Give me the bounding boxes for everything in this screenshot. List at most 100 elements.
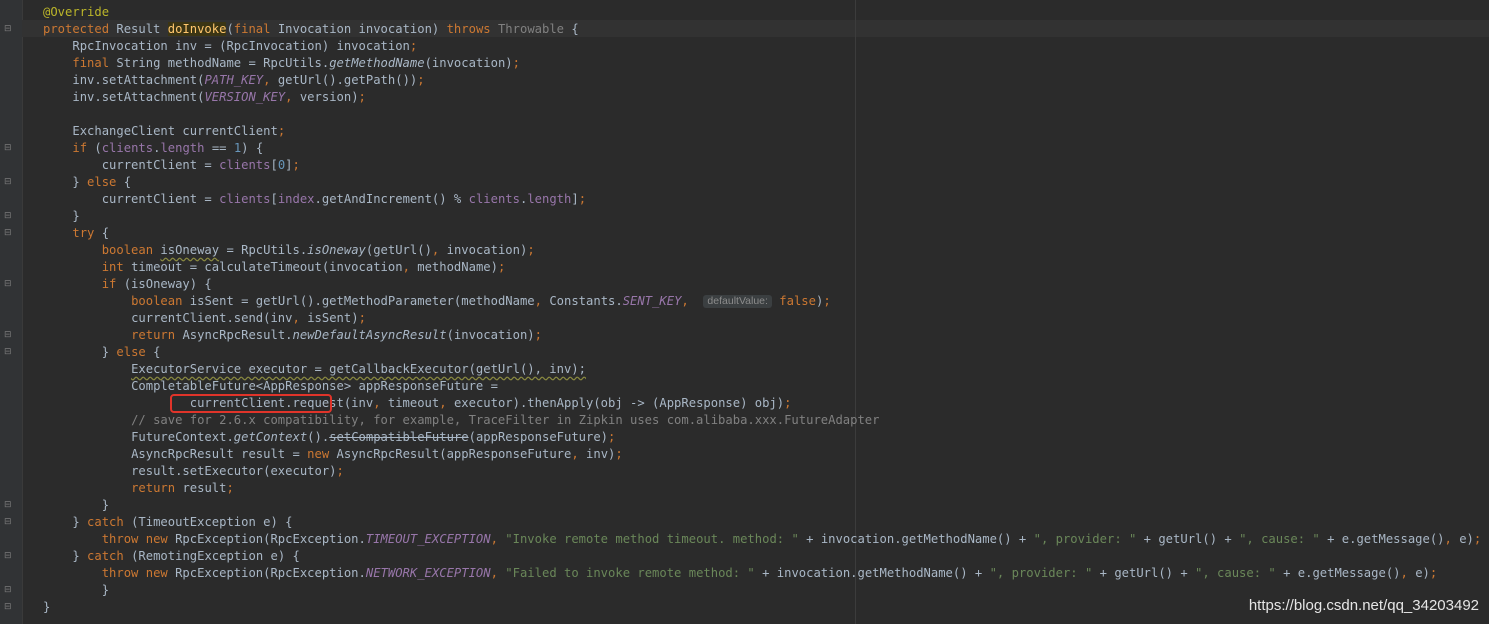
- code-token: try: [72, 226, 102, 240]
- code-token: ", provider: ": [989, 566, 1100, 580]
- code-line[interactable]: } catch (RemotingException e) {: [43, 548, 1481, 565]
- code-line[interactable]: result.setExecutor(executor);: [43, 463, 1481, 480]
- code-line[interactable]: } else {: [43, 174, 1481, 191]
- fold-marker-icon[interactable]: ⊟: [4, 552, 13, 561]
- fold-marker-icon[interactable]: ⊟: [4, 25, 13, 34]
- code-line[interactable]: return result;: [43, 480, 1481, 497]
- code-line[interactable]: if (isOneway) {: [43, 276, 1481, 293]
- code-token: isSent): [307, 311, 359, 325]
- code-line[interactable]: inv.setAttachment(PATH_KEY, getUrl().get…: [43, 72, 1481, 89]
- code-line[interactable]: }: [43, 208, 1481, 225]
- watermark: https://blog.csdn.net/qq_34203492: [1248, 597, 1479, 614]
- code-line[interactable]: @Override: [43, 4, 1481, 21]
- code-token: ,: [292, 311, 308, 325]
- code-line[interactable]: } else {: [43, 344, 1481, 361]
- code-token: result: [182, 481, 227, 495]
- code-line[interactable]: throw new RpcException(RpcException.TIME…: [43, 531, 1482, 548]
- fold-marker-icon[interactable]: ⊟: [4, 178, 13, 187]
- code-token: + getUrl() +: [1099, 566, 1196, 580]
- code-token: Result: [116, 22, 168, 36]
- code-line[interactable]: FutureContext.getContext().setCompatible…: [43, 429, 1481, 446]
- fold-marker-icon[interactable]: ⊟: [4, 331, 13, 340]
- code-token: SENT_KEY: [622, 294, 682, 308]
- code-line[interactable]: }: [43, 497, 1481, 514]
- code-token: (isOneway) {: [123, 277, 212, 291]
- editor-gutter: ⊟ ⊟ ⊟ ⊟ ⊟ ⊟ ⊟ ⊟ ⊟ ⊟ ⊟ ⊟ ⊟: [0, 0, 23, 624]
- code-line[interactable]: AsyncRpcResult result = new AsyncRpcResu…: [43, 446, 1481, 463]
- code-token: setCompatibleFuture: [329, 430, 469, 444]
- code-token: if: [72, 141, 95, 155]
- code-token: isOneway: [307, 243, 366, 257]
- fold-marker-icon[interactable]: ⊟: [4, 280, 13, 289]
- code-token: String methodName = RpcUtils.: [116, 56, 330, 70]
- code-token: boolean: [131, 294, 190, 308]
- code-token: ;: [1429, 566, 1438, 580]
- code-line[interactable]: RpcInvocation inv = (RpcInvocation) invo…: [43, 38, 1481, 55]
- code-token: result.setExecutor(executor): [131, 464, 337, 478]
- code-line[interactable]: final String methodName = RpcUtils.getMe…: [43, 55, 1481, 72]
- code-token: ,: [534, 294, 550, 308]
- fold-marker-icon[interactable]: ⊟: [4, 212, 13, 221]
- code-token: ,: [402, 260, 418, 274]
- fold-marker-icon[interactable]: ⊟: [4, 518, 13, 527]
- highlight-annotation-box: [170, 394, 332, 413]
- code-token: [: [270, 192, 278, 206]
- code-line[interactable]: int timeout = calculateTimeout(invocatio…: [43, 259, 1481, 276]
- code-token: timeout = calculateTimeout(invocation: [131, 260, 403, 274]
- code-line[interactable]: [43, 106, 1481, 123]
- code-token: ) {: [241, 141, 264, 155]
- code-token: }: [43, 600, 51, 614]
- code-line[interactable]: currentClient = clients[index.getAndIncr…: [43, 191, 1481, 208]
- code-line[interactable]: } catch (TimeoutException e) {: [43, 514, 1481, 531]
- code-token: ;: [358, 311, 366, 325]
- code-token: (RemotingException e) {: [131, 549, 300, 563]
- code-line[interactable]: currentClient = clients[0];: [43, 157, 1481, 174]
- code-line[interactable]: CompletableFuture<AppResponse> appRespon…: [43, 378, 1481, 395]
- code-token: currentClient.send(inv: [131, 311, 293, 325]
- code-token: }: [101, 345, 117, 359]
- code-token: RpcException(RpcException.: [175, 532, 366, 546]
- fold-marker-icon[interactable]: ⊟: [4, 229, 13, 238]
- code-line[interactable]: ExecutorService executor = getCallbackEx…: [43, 361, 1481, 378]
- code-token: executor).thenApply(obj -> (AppResponse)…: [453, 396, 785, 410]
- code-line[interactable]: throw new RpcException(RpcException.NETW…: [43, 565, 1481, 582]
- code-token: AsyncRpcResult result =: [131, 447, 308, 461]
- fold-marker-icon[interactable]: ⊟: [4, 144, 13, 153]
- code-token: if: [101, 277, 124, 291]
- code-token: catch: [87, 549, 132, 563]
- fold-marker-icon[interactable]: ⊟: [4, 501, 13, 510]
- fold-marker-icon[interactable]: ⊟: [4, 586, 13, 595]
- code-token: ;: [336, 464, 344, 478]
- code-token: .getAndIncrement() %: [314, 192, 469, 206]
- code-line[interactable]: boolean isOneway = RpcUtils.isOneway(get…: [43, 242, 1481, 259]
- code-token: VERSION_KEY: [204, 90, 286, 104]
- code-token: ,: [373, 396, 388, 410]
- code-token: ;: [527, 243, 535, 257]
- code-line[interactable]: inv.setAttachment(VERSION_KEY, version);: [43, 89, 1481, 106]
- code-token: ;: [1473, 532, 1482, 546]
- code-token: }: [101, 583, 110, 597]
- code-line[interactable]: protected Result doInvoke(final Invocati…: [43, 21, 1481, 38]
- code-token: "Invoke remote method timeout. method: ": [505, 532, 807, 546]
- code-line[interactable]: // save for 2.6.x compatibility, for exa…: [43, 412, 1481, 429]
- code-line[interactable]: return AsyncRpcResult.newDefaultAsyncRes…: [43, 327, 1481, 344]
- code-token: (invocation): [424, 56, 513, 70]
- code-token: Constants.: [549, 294, 623, 308]
- code-line[interactable]: if (clients.length == 1) {: [43, 140, 1481, 157]
- code-token: new: [307, 447, 337, 461]
- code-token: ,: [490, 566, 506, 580]
- code-token: ]: [285, 158, 293, 172]
- code-token: ,: [571, 447, 587, 461]
- code-token: }: [72, 549, 88, 563]
- code-editor[interactable]: @Override protected Result doInvoke(final…: [43, 4, 1481, 616]
- code-token: Invocation invocation): [277, 22, 447, 36]
- code-token: Throwable: [497, 22, 572, 36]
- fold-marker-icon[interactable]: ⊟: [4, 603, 13, 612]
- code-token: ;: [823, 294, 831, 308]
- code-line[interactable]: try {: [43, 225, 1481, 242]
- code-line[interactable]: boolean isSent = getUrl().getMethodParam…: [43, 293, 1481, 310]
- code-token: ,: [1444, 532, 1460, 546]
- code-line[interactable]: ExchangeClient currentClient;: [43, 123, 1481, 140]
- fold-marker-icon[interactable]: ⊟: [4, 348, 13, 357]
- code-line[interactable]: currentClient.send(inv, isSent);: [43, 310, 1481, 327]
